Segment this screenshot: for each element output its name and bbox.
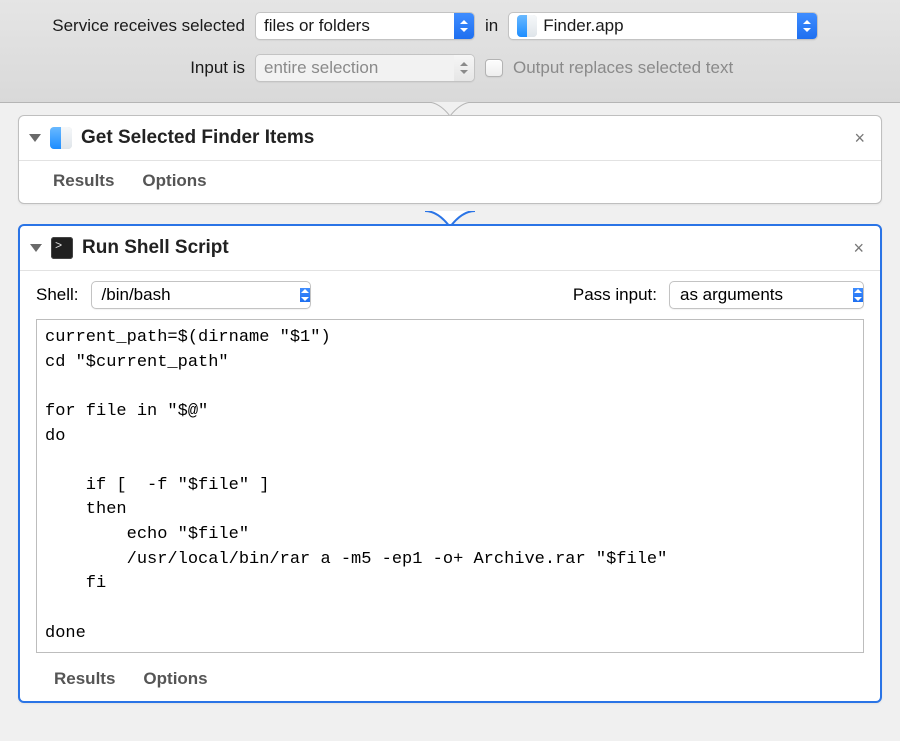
results-button[interactable]: Results <box>54 669 115 689</box>
results-button[interactable]: Results <box>53 171 114 191</box>
service-config-bar: Service receives selected files or folde… <box>0 0 900 103</box>
input-is-label: Input is <box>20 58 245 78</box>
pass-input-label: Pass input: <box>573 285 657 305</box>
chevron-updown-icon <box>300 288 310 302</box>
app-select-value: Finder.app <box>543 16 629 36</box>
shell-label: Shell: <box>36 285 79 305</box>
finder-icon <box>49 126 73 150</box>
receives-type-value: files or folders <box>264 16 376 36</box>
disclosure-triangle-icon[interactable] <box>30 244 42 252</box>
action-title: Run Shell Script <box>82 237 841 259</box>
script-textarea[interactable]: current_path=$(dirname "$1") cd "$curren… <box>36 319 864 653</box>
in-label: in <box>485 16 498 36</box>
action-run-shell-script[interactable]: Run Shell Script × Shell: /bin/bash Pass… <box>18 224 882 703</box>
pass-input-select[interactable]: as arguments <box>669 281 864 309</box>
options-button[interactable]: Options <box>143 669 207 689</box>
close-icon[interactable]: × <box>849 238 868 259</box>
output-replaces-checkbox <box>485 59 503 77</box>
chevron-updown-icon <box>797 13 817 39</box>
receives-label: Service receives selected <box>20 16 245 36</box>
chevron-updown-icon <box>454 55 474 81</box>
chevron-updown-icon <box>853 288 863 302</box>
output-replaces-label: Output replaces selected text <box>513 58 733 78</box>
action-title: Get Selected Finder Items <box>81 127 842 149</box>
shell-select-value: /bin/bash <box>102 285 179 305</box>
options-button[interactable]: Options <box>142 171 206 191</box>
receives-type-select[interactable]: files or folders <box>255 12 475 40</box>
finder-icon <box>517 16 537 36</box>
shell-select[interactable]: /bin/bash <box>91 281 311 309</box>
terminal-icon <box>50 236 74 260</box>
input-is-select: entire selection <box>255 54 475 82</box>
workflow-canvas: Get Selected Finder Items × Results Opti… <box>0 103 900 741</box>
disclosure-triangle-icon[interactable] <box>29 134 41 142</box>
input-is-value: entire selection <box>264 58 384 78</box>
close-icon[interactable]: × <box>850 128 869 149</box>
chevron-updown-icon <box>454 13 474 39</box>
app-select[interactable]: Finder.app <box>508 12 818 40</box>
pass-input-value: as arguments <box>680 285 791 305</box>
action-get-selected-finder-items[interactable]: Get Selected Finder Items × Results Opti… <box>18 115 882 204</box>
